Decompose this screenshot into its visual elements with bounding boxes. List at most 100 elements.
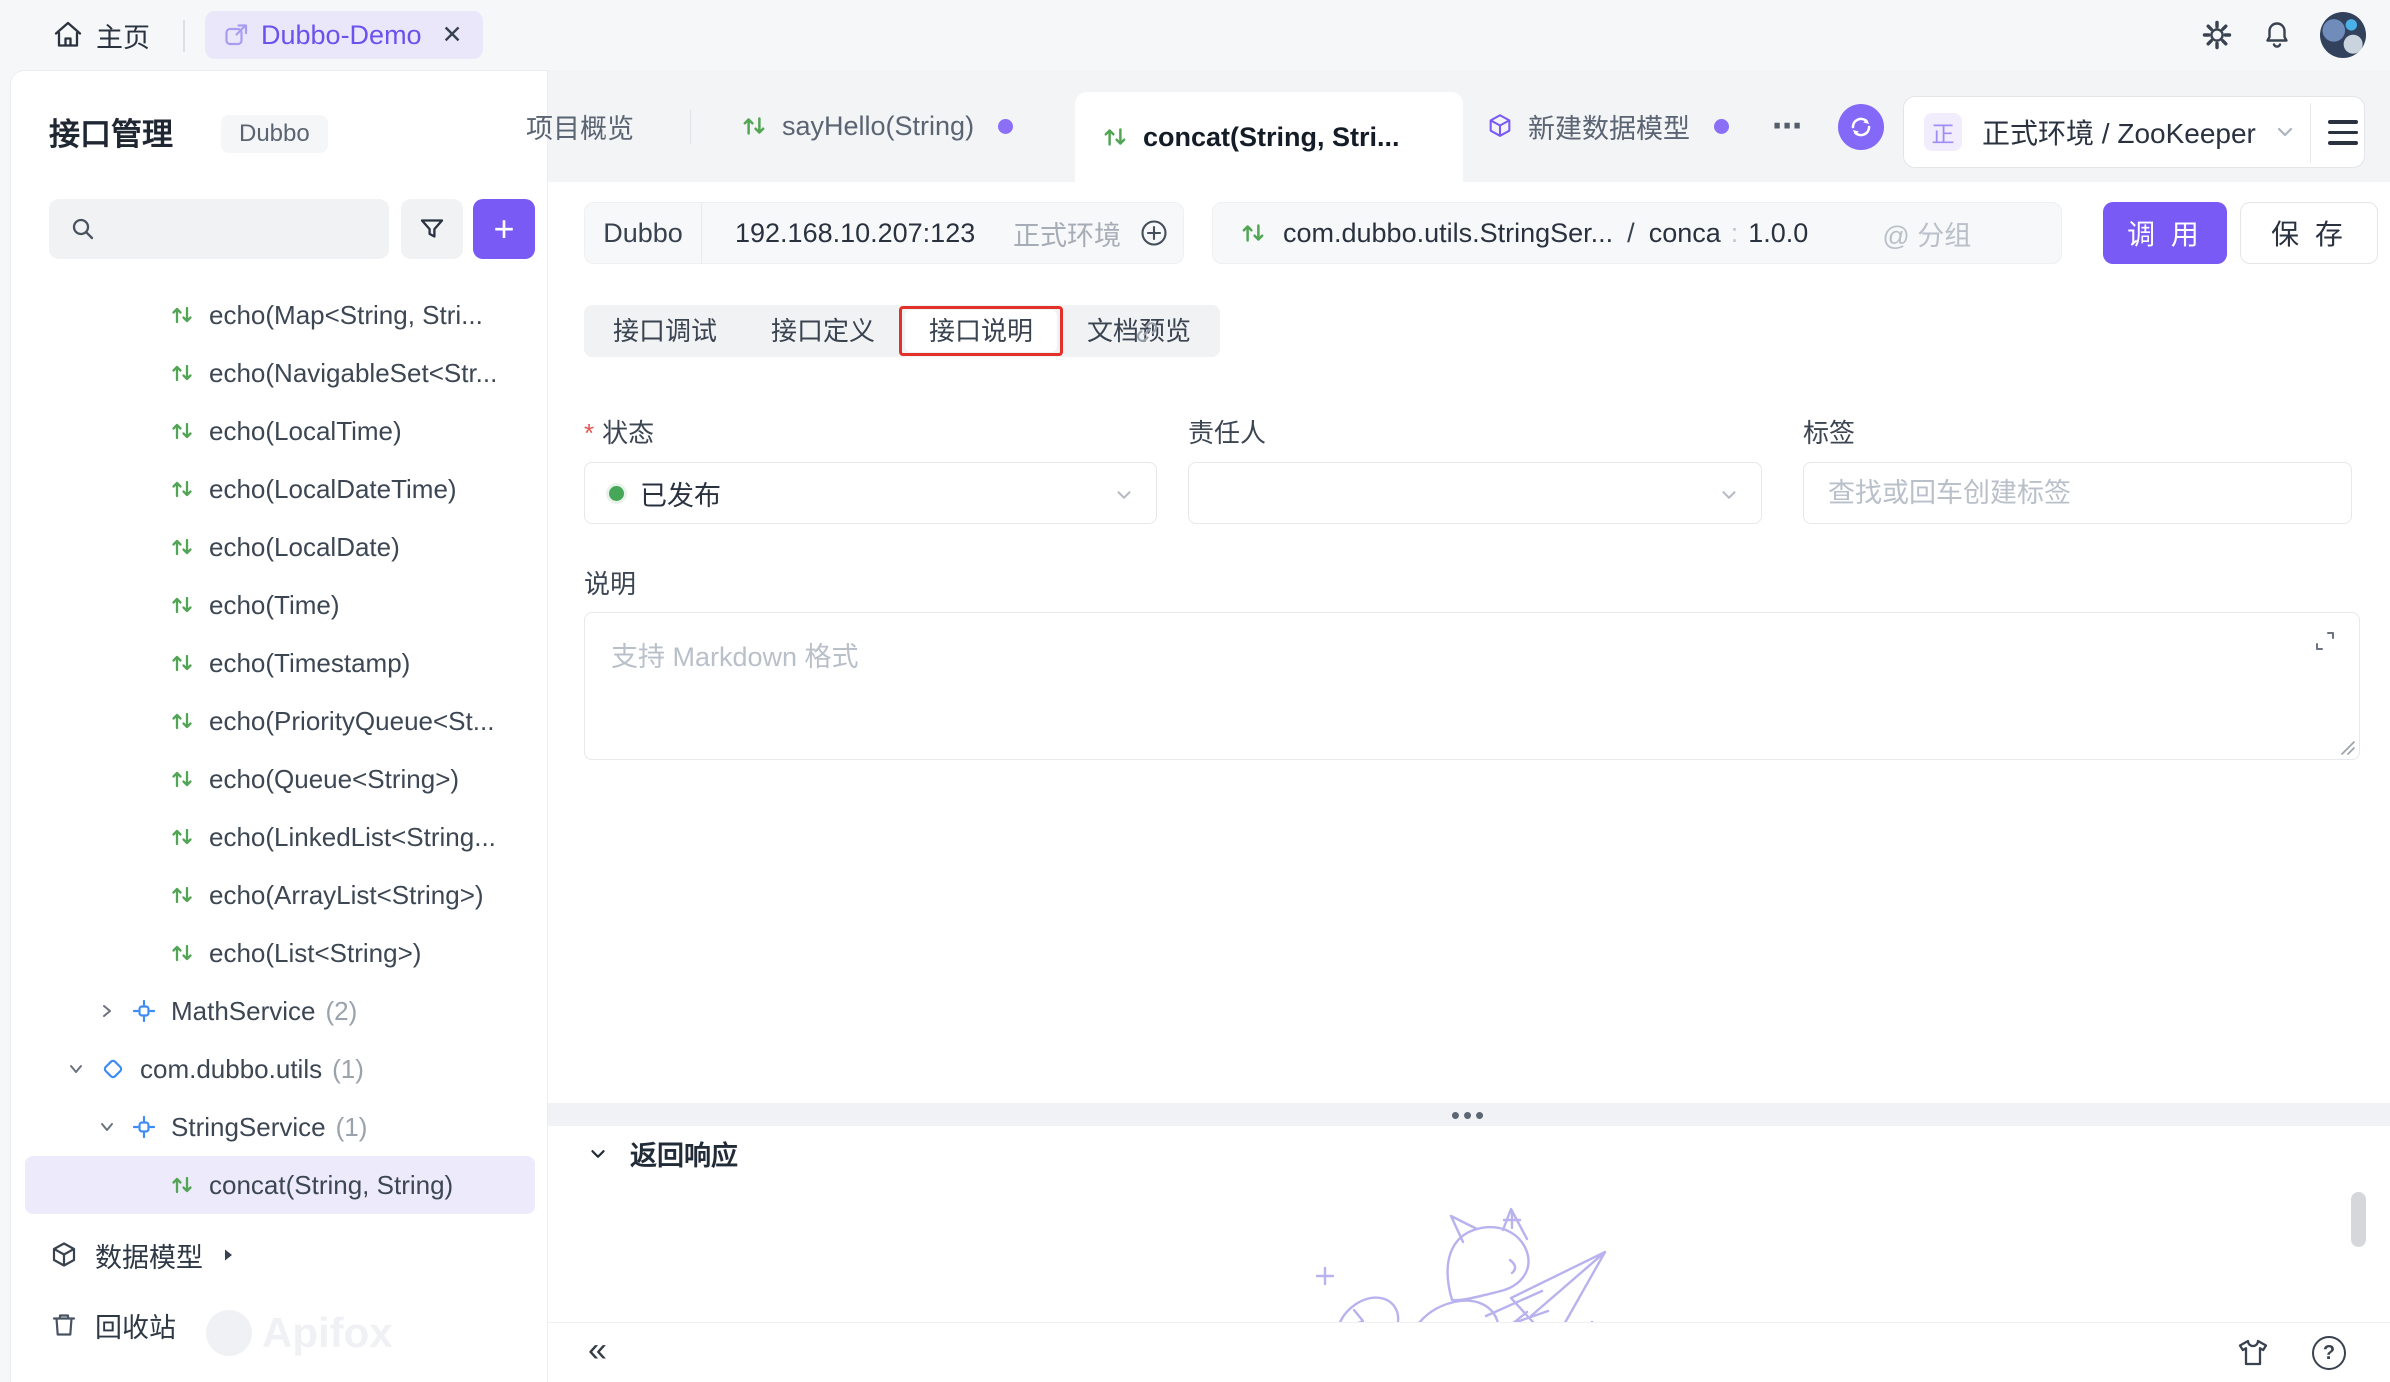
tree-item-count: (1) (332, 1054, 364, 1085)
tree-item[interactable]: echo(LinkedList<String... (25, 808, 535, 866)
save-button[interactable]: 保 存 (2240, 202, 2378, 264)
version-colon: : (1731, 218, 1739, 249)
sidebar-item-data-models[interactable]: 数据模型 (25, 1226, 535, 1284)
description-textarea[interactable] (584, 612, 2360, 760)
tags-field[interactable] (1803, 462, 2352, 524)
tree-item[interactable]: MathService(2) (25, 982, 535, 1040)
dubbo-method-icon (169, 302, 195, 328)
env-divider (2310, 103, 2311, 163)
search-input[interactable] (109, 215, 359, 244)
search-icon (69, 215, 97, 243)
status-label: *状态 (584, 413, 654, 450)
tree-item[interactable]: StringService(1) (25, 1098, 535, 1156)
environment-label: 正式环境 / ZooKeeper (1982, 112, 2256, 152)
tree-item-label: echo(Map<String, Stri... (209, 300, 483, 331)
tree-item[interactable]: echo(List<String>) (25, 924, 535, 982)
filter-icon (417, 214, 447, 244)
environment-selector[interactable]: 正 正式环境 / ZooKeeper (1903, 96, 2365, 168)
sync-button[interactable] (1838, 104, 1884, 150)
help-icon[interactable]: ? (2312, 1336, 2346, 1370)
chevron-right-icon[interactable] (97, 1001, 131, 1021)
address-input[interactable]: 192.168.10.207:123 (735, 218, 1013, 249)
dubbo-method-icon (169, 882, 195, 908)
service-icon (131, 998, 157, 1024)
home-label: 主页 (96, 16, 150, 55)
sidebar-item-recycle-bin[interactable]: 回收站 (25, 1296, 535, 1354)
tree-item[interactable]: echo(Queue<String>) (25, 750, 535, 808)
tree-item[interactable]: echo(PriorityQueue<St... (25, 692, 535, 750)
method-name[interactable]: conca (1649, 218, 1721, 249)
tree-item[interactable]: echo(LocalDateTime) (25, 460, 535, 518)
tree-item[interactable]: echo(Map<String, Stri... (25, 286, 535, 344)
tree-item[interactable]: com.dubbo.utils (1) (25, 1040, 535, 1098)
tab-project-overview[interactable]: 项目概览 (526, 70, 676, 182)
home-button[interactable]: 主页 (52, 0, 150, 70)
tshirt-theme-icon[interactable] (2236, 1336, 2270, 1370)
circle-plus-icon[interactable] (1139, 218, 1169, 248)
sidebar-tree: echo(Map<String, Stri... echo(NavigableSe… (11, 286, 548, 1214)
tree-item-label: echo(Queue<String>) (209, 764, 459, 795)
dubbo-method-icon (169, 592, 195, 618)
group-placeholder[interactable]: @ 分组 (1882, 214, 1971, 253)
tab-divider (690, 110, 691, 144)
subtab-description[interactable]: 接口说明 (905, 310, 1057, 352)
tree-item[interactable]: echo(LocalDate) (25, 518, 535, 576)
tab-strip: 项目概览 sayHello(String) concat(String, Str… (548, 70, 2390, 182)
tree-item[interactable]: concat(String, String) (25, 1156, 535, 1214)
tree-item-label: echo(Time) (209, 590, 340, 621)
tree-item-label: echo(Timestamp) (209, 648, 410, 679)
tab-new-data-model[interactable]: 新建数据模型 (1486, 70, 1729, 182)
collapse-sidebar-icon[interactable]: « (588, 1331, 607, 1370)
chevron-down-icon (1112, 483, 1136, 507)
tree-item-count: (1) (336, 1112, 368, 1143)
response-title: 返回响应 (630, 1134, 738, 1173)
project-tab[interactable]: Dubbo-Demo ✕ (205, 11, 483, 59)
notifications-bell-icon[interactable] (2260, 18, 2294, 52)
data-models-label: 数据模型 (95, 1236, 203, 1275)
subtab-bar: 接口调试 接口定义 接口说明 文档预览 (584, 305, 1220, 357)
link-icon[interactable] (1132, 317, 1162, 347)
vertical-scrollbar-thumb[interactable] (2351, 1192, 2366, 1247)
status-select[interactable]: 已发布 (584, 462, 1157, 524)
chevron-down-icon[interactable] (66, 1059, 100, 1079)
settings-gear-icon[interactable] (2200, 18, 2234, 52)
path-separator: / (1627, 218, 1635, 249)
filter-button[interactable] (401, 199, 463, 259)
protocol-select[interactable]: Dubbo (585, 218, 701, 249)
service-group[interactable]: com.dubbo.utils.StringSer... / conca : 1… (1212, 202, 2062, 264)
service-name[interactable]: com.dubbo.utils.StringSer... (1283, 218, 1613, 249)
close-tab-icon[interactable]: ✕ (442, 20, 463, 50)
panel-splitter[interactable]: ••• (548, 1103, 2390, 1126)
subtab-definition[interactable]: 接口定义 (747, 310, 899, 352)
chevron-down-icon[interactable] (97, 1117, 131, 1137)
version-value[interactable]: 1.0.0 (1748, 218, 1808, 249)
expand-icon[interactable] (2312, 628, 2338, 654)
sidebar-title: 接口管理 (49, 109, 173, 154)
tree-item-label: com.dubbo.utils (140, 1054, 322, 1085)
resize-grip-icon[interactable] (2341, 741, 2355, 755)
tags-input[interactable] (1804, 463, 2351, 523)
tab-sayhello[interactable]: sayHello(String) (740, 70, 1013, 182)
tree-item[interactable]: echo(NavigableSet<Str... (25, 344, 535, 402)
environment-badge: 正 (1924, 113, 1962, 151)
dubbo-method-icon (169, 940, 195, 966)
tab-concat-active[interactable]: concat(String, Stri... (1075, 92, 1463, 182)
env-menu-icon[interactable] (2328, 120, 2358, 145)
sidebar: 接口管理 Dubbo + echo(Map<String, Stri...ech… (10, 70, 548, 1382)
tree-item-label: MathService (171, 996, 316, 1027)
invoke-button[interactable]: 调 用 (2103, 202, 2227, 264)
user-avatar[interactable] (2320, 12, 2366, 58)
response-section-header[interactable]: 返回响应 (586, 1134, 738, 1173)
status-published-dot (609, 486, 624, 501)
add-button[interactable]: + (473, 199, 535, 259)
tree-item[interactable]: echo(ArrayList<String>) (25, 866, 535, 924)
subtab-debug[interactable]: 接口调试 (589, 310, 741, 352)
search-box[interactable] (49, 199, 389, 259)
more-tabs-button[interactable]: ⋯ (1772, 70, 1804, 182)
tree-item[interactable]: echo(LocalTime) (25, 402, 535, 460)
chevron-down-icon (586, 1142, 610, 1166)
dubbo-method-icon (1101, 123, 1129, 151)
tree-item[interactable]: echo(Time) (25, 576, 535, 634)
owner-select[interactable] (1188, 462, 1762, 524)
tree-item[interactable]: echo(Timestamp) (25, 634, 535, 692)
